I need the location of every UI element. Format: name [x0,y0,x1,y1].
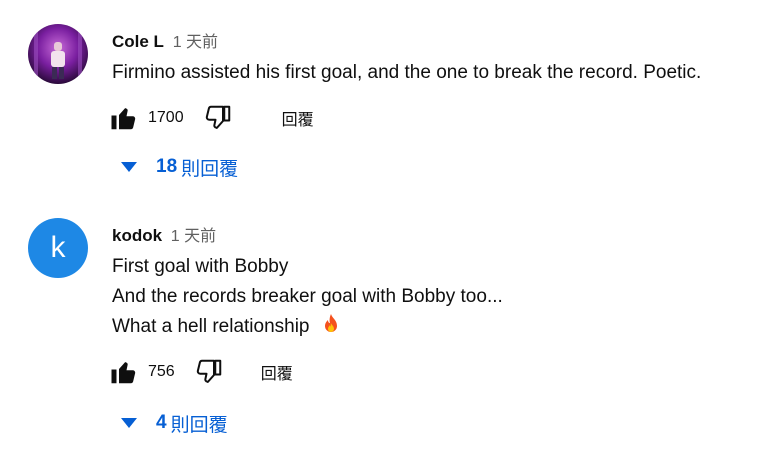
dislike-button[interactable] [193,356,225,388]
replies-count: 18 [156,156,178,177]
like-count: 1700 [148,109,184,126]
thumbs-up-icon [111,362,136,384]
comment-actions: 756 回覆 [108,356,293,388]
comment-text: Firmino assisted his first goal, and the… [112,58,701,88]
like-count: 756 [148,363,175,380]
view-replies-button[interactable]: 18 則回覆 [118,152,238,182]
fire-emoji-icon [324,314,337,332]
author-name[interactable]: kodok [112,226,162,245]
comment-actions: 1700 回覆 [108,102,314,134]
avatar[interactable] [28,24,88,84]
comment-header: Cole L 1 天前 [112,28,218,52]
caret-down-icon [118,156,140,178]
avatar-photo-icon [28,24,88,84]
thumbs-down-icon [196,359,221,383]
avatar-letter: k [50,231,66,264]
dislike-button[interactable] [202,102,234,134]
comment-line-with-emoji: What a hell relationship [112,312,503,342]
replies-label: 則回覆 [170,414,228,436]
reply-button[interactable]: 回覆 [261,360,293,384]
comment-line: First goal with Bobby [112,256,289,277]
like-button[interactable] [108,356,140,388]
view-replies-button[interactable]: 4 則回覆 [118,408,228,438]
author-name[interactable]: Cole L [112,32,164,51]
caret-down-icon [118,412,140,434]
like-button[interactable] [108,102,140,134]
comment-line: Firmino assisted his first goal, and the… [112,62,702,83]
thumbs-up-icon [111,108,136,130]
thumbs-down-icon [205,105,230,129]
replies-label: 則回覆 [181,158,239,180]
replies-count: 4 [156,412,167,433]
reply-button[interactable]: 回覆 [282,106,314,130]
comment-line: What a hell relationship [112,316,310,337]
comment-time[interactable]: 1 天前 [171,228,216,245]
comment-header: kodok 1 天前 [112,222,216,246]
avatar[interactable]: k [28,218,88,278]
comment-time[interactable]: 1 天前 [173,34,218,51]
comment-line: And the records breaker goal with Bobby … [112,286,503,307]
comment-text: First goal with Bobby And the records br… [112,252,503,342]
